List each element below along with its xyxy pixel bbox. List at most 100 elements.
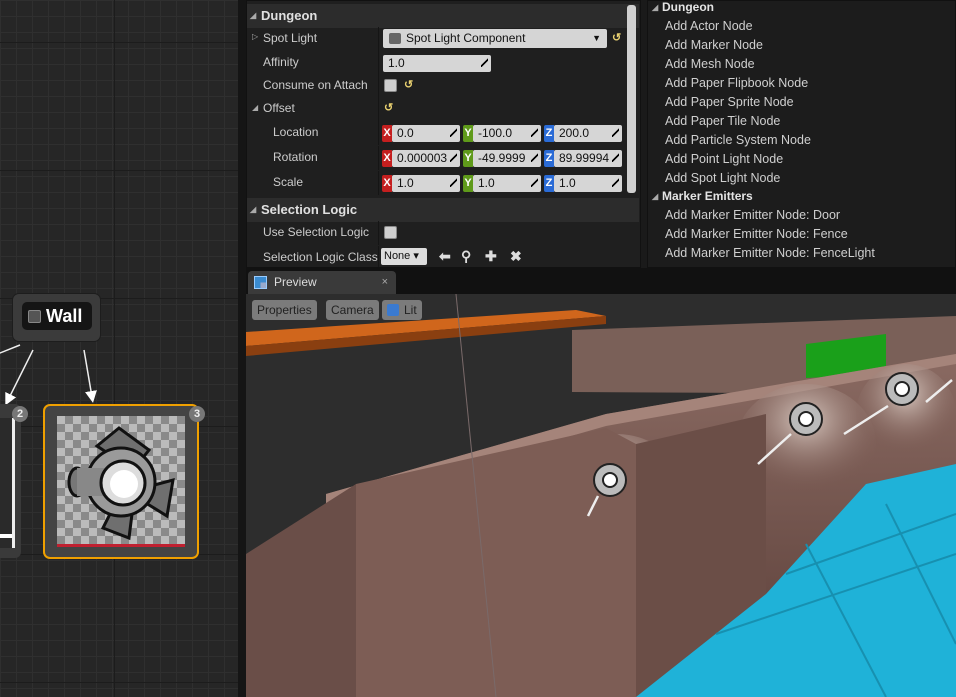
arrow-left-icon[interactable]: ⬅ <box>439 248 451 265</box>
preview-viewport[interactable]: Properties Camera Lit <box>246 294 956 697</box>
palette-item[interactable]: Add Marker Node <box>665 36 763 55</box>
column-divider <box>378 246 379 267</box>
palette-item[interactable]: Add Marker Emitter Node: FenceLight <box>665 244 875 263</box>
wire-left-b <box>5 349 34 406</box>
wire-left-a <box>0 344 21 354</box>
palette-item[interactable]: Add Mesh Node <box>665 55 755 74</box>
row-rotation: Rotation X 0.000003 Y -49.9999 Z 89.9999… <box>247 146 633 170</box>
axis-y-tag: Y <box>463 175 473 192</box>
spot-light-combo[interactable]: Spot Light Component ▼ <box>383 29 607 48</box>
rotation-z-field[interactable]: 89.99994 <box>554 150 622 167</box>
location-x-field[interactable]: 0.0 <box>392 125 460 142</box>
badge-node-3: 3 <box>189 406 205 422</box>
palette-category-marker-emitters[interactable]: Marker Emitters <box>648 188 955 207</box>
scale-x-field[interactable]: 1.0 <box>392 175 460 192</box>
node-left-thumbnail <box>0 418 15 548</box>
splitter[interactable] <box>238 0 246 697</box>
palette-item[interactable]: Add Paper Sprite Node <box>665 93 794 112</box>
scale-y-field[interactable]: 1.0 <box>473 175 541 192</box>
palette-panel: Dungeon Add Actor Node Add Marker Node A… <box>647 0 956 268</box>
palette-item[interactable]: Add Marker Emitter Node: Fence <box>665 225 848 244</box>
spot-light-node-selected[interactable] <box>43 404 199 559</box>
axis-x-tag: X <box>382 175 392 192</box>
details-scrollbar[interactable] <box>627 5 636 193</box>
consume-checkbox[interactable] <box>384 79 397 92</box>
node-left-partial[interactable] <box>0 404 21 558</box>
search-icon[interactable]: ⚲ <box>461 248 471 265</box>
node-thumbnail <box>57 416 185 546</box>
badge-node-2: 2 <box>12 406 28 422</box>
use-selection-checkbox[interactable] <box>384 226 397 239</box>
use-selection-label: Use Selection Logic <box>263 225 370 239</box>
palette-item[interactable]: Add Marker Emitter Node: Door <box>665 206 840 225</box>
location-y-field[interactable]: -100.0 <box>473 125 541 142</box>
column-divider <box>378 171 379 195</box>
palette-item[interactable]: Add Spot Light Node <box>665 169 780 188</box>
rotation-y-field[interactable]: -49.9999 <box>473 150 541 167</box>
rotation-x-field[interactable]: 0.000003 <box>392 150 460 167</box>
tab-preview[interactable]: Preview × <box>248 271 396 294</box>
column-divider <box>378 121 379 145</box>
column-divider <box>378 221 379 245</box>
axis-z-tag: Z <box>544 150 554 167</box>
graph-editor[interactable]: Wall 2 3 <box>0 0 238 697</box>
axis-x-tag: X <box>382 150 392 167</box>
wall-node[interactable]: Wall <box>13 294 100 341</box>
selection-class-combo[interactable]: None ▾ <box>381 248 427 265</box>
section-selection-logic[interactable]: Selection Logic <box>247 198 639 222</box>
row-offset: ◢ Offset ↺ <box>247 97 633 121</box>
preview-tab-bar: Preview × <box>246 268 956 294</box>
selection-class-label: Selection Logic Class <box>263 250 378 264</box>
lit-label: Lit <box>404 303 417 317</box>
section-dungeon[interactable]: Dungeon <box>247 4 639 28</box>
clear-icon[interactable]: ✖ <box>510 248 522 265</box>
graph-wires <box>0 344 97 406</box>
row-selection-class: Selection Logic Class None ▾ ⬅ ⚲ ✚ ✖ <box>247 246 633 267</box>
collapse-arrow-icon[interactable]: ◢ <box>252 103 258 112</box>
scale-label: Scale <box>273 175 304 189</box>
row-spot-light: ▷ Spot Light Spot Light Component ▼ ↺ <box>247 27 633 51</box>
reset-icon[interactable]: ↺ <box>612 31 621 44</box>
node-status-bar <box>57 544 185 547</box>
reset-icon[interactable]: ↺ <box>404 78 413 91</box>
column-divider <box>378 51 379 75</box>
row-scale: Scale X 1.0 Y 1.0 Z 1.0 <box>247 171 633 195</box>
tab-preview-label: Preview <box>274 275 317 289</box>
column-divider <box>378 146 379 170</box>
viewport-icon <box>254 276 267 289</box>
location-z-field[interactable]: 200.0 <box>554 125 622 142</box>
column-divider <box>378 97 379 121</box>
wall-node-label: Wall <box>46 305 83 326</box>
axis-x-tag: X <box>382 125 392 142</box>
scale-z-field[interactable]: 1.0 <box>554 175 622 192</box>
editor-window: Wall 2 3 ◢ Dungeon ▷ Spot Light Spot Lig… <box>0 0 956 697</box>
palette-item[interactable]: Add Paper Flipbook Node <box>665 74 808 93</box>
palette-category-dungeon[interactable]: Dungeon <box>648 1 955 18</box>
add-icon[interactable]: ✚ <box>485 248 497 265</box>
axis-y-tag: Y <box>463 125 473 142</box>
expand-arrow-icon[interactable]: ▷ <box>252 32 258 41</box>
affinity-label: Affinity <box>263 55 299 69</box>
close-icon[interactable]: × <box>382 271 388 294</box>
reset-icon[interactable]: ↺ <box>384 101 393 114</box>
spot-light-label: Spot Light <box>263 31 318 45</box>
rotation-label: Rotation <box>273 150 318 164</box>
palette-item[interactable]: Add Paper Tile Node <box>665 112 780 131</box>
axis-z-tag: Z <box>544 175 554 192</box>
properties-button[interactable]: Properties <box>252 300 317 320</box>
column-divider <box>378 27 379 51</box>
camera-button[interactable]: Camera <box>326 300 379 320</box>
scene-render <box>246 294 956 697</box>
affinity-field[interactable]: 1.0 <box>383 55 491 72</box>
selection-class-value: None <box>384 250 411 262</box>
chevron-down-icon: ▼ <box>592 33 601 43</box>
palette-item[interactable]: Add Particle System Node <box>665 131 811 150</box>
palette-item[interactable]: Add Actor Node <box>665 17 753 36</box>
mesh-icon <box>28 309 41 323</box>
lit-button[interactable]: Lit <box>382 300 422 320</box>
details-panel: Dungeon ▷ Spot Light Spot Light Componen… <box>246 0 641 268</box>
palette-item[interactable]: Add Point Light Node <box>665 150 783 169</box>
consume-label: Consume on Attach <box>263 78 368 92</box>
axis-y-tag: Y <box>463 150 473 167</box>
offset-label: Offset <box>263 101 295 115</box>
